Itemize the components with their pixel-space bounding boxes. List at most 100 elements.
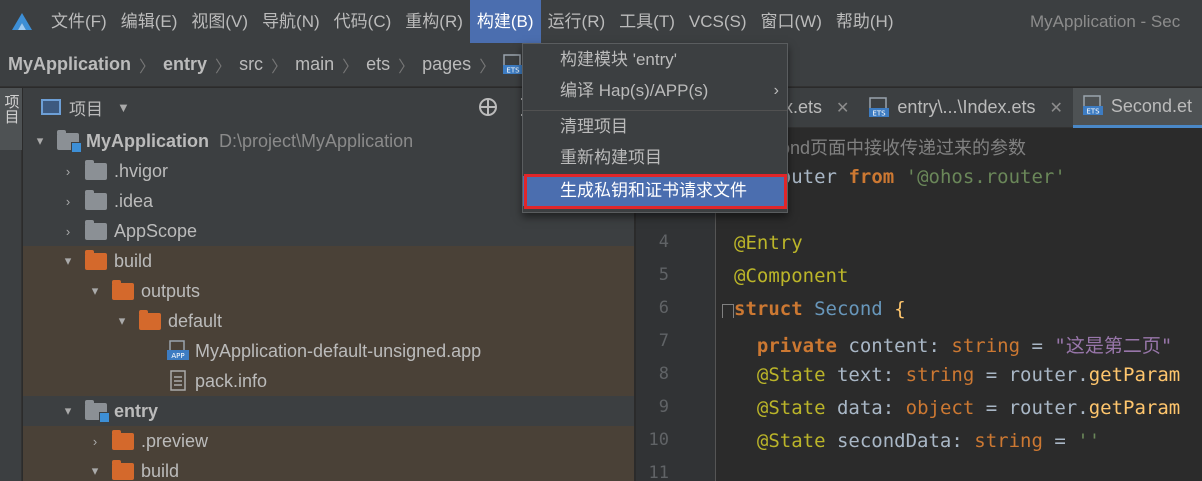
chevron-down-icon[interactable]: ▾ [61, 403, 75, 418]
menu-code[interactable]: 代码(C) [327, 0, 399, 43]
ets-file-icon: ETS [869, 96, 890, 117]
code-line[interactable]: private content: string = "这是第二页" [734, 331, 1172, 358]
editor-tab-active[interactable]: ETS Second.et [1072, 88, 1202, 128]
menu-refactor[interactable]: 重构(R) [398, 0, 470, 43]
code-line[interactable]: @State text: string = router.getParam [734, 364, 1180, 386]
chevron-right-icon[interactable]: › [61, 164, 75, 179]
chevron-down-icon[interactable]: ▼ [117, 100, 130, 115]
tree-item-label: build [114, 250, 153, 271]
breadcrumb-item[interactable]: ets [366, 54, 390, 75]
menu-view[interactable]: 视图(V) [184, 0, 255, 43]
menu-bar: 文件(F) 编辑(E) 视图(V) 导航(N) 代码(C) 重构(R) 构建(B… [0, 0, 1202, 43]
tree-row[interactable]: ▾ outputs [23, 276, 634, 306]
editor-tab-label: x.ets [784, 97, 823, 117]
breadcrumb-item[interactable]: main [295, 54, 334, 75]
menu-window[interactable]: 窗口(W) [754, 0, 829, 43]
module-folder-icon [85, 399, 110, 423]
folder-icon [85, 159, 107, 180]
project-panel-title[interactable]: 项目 [69, 95, 103, 120]
chevron-down-icon[interactable]: ▾ [88, 283, 102, 298]
project-tool-tab[interactable]: 项目 [0, 88, 22, 150]
menu-item-clean-project[interactable]: 清理项目 [523, 112, 787, 142]
menu-item-label: 编译 Hap(s)/APP(s) [560, 81, 709, 100]
chevron-right-icon: 〉 [479, 58, 496, 76]
text-file-icon [167, 370, 189, 392]
svg-text:APP: APP [171, 352, 184, 360]
chevron-right-icon: 〉 [398, 58, 415, 76]
tree-item-label: .preview [141, 430, 209, 451]
tree-item-label: AppScope [114, 220, 198, 241]
chevron-right-icon[interactable]: › [88, 434, 102, 449]
excluded-folder-icon [85, 249, 107, 270]
tree-item-label: outputs [141, 280, 201, 301]
close-icon[interactable]: ✕ [1050, 98, 1063, 118]
menu-tools[interactable]: 工具(T) [612, 0, 682, 43]
line-number: 4 [658, 232, 669, 252]
chevron-down-icon[interactable]: ▾ [61, 253, 75, 268]
tree-item-label: default [168, 310, 223, 331]
line-number: 7 [658, 331, 669, 351]
chevron-right-icon: 〉 [215, 58, 232, 76]
chevron-right-icon: 〉 [342, 58, 359, 76]
ets-file-icon: ETS [503, 53, 524, 76]
tree-row[interactable]: ▾ build [23, 456, 634, 481]
folder-icon [85, 189, 107, 210]
tree-row[interactable]: ▾ entry [23, 396, 634, 426]
editor-tab[interactable]: ETS entry\...\Index.ets ✕ [859, 88, 1072, 128]
code-line[interactable]: struct Second { [734, 298, 906, 320]
fold-icon[interactable] [722, 304, 734, 318]
menu-navigate[interactable]: 导航(N) [255, 0, 327, 43]
submenu-arrow-icon: › [773, 82, 779, 99]
locate-icon[interactable] [477, 96, 499, 118]
tree-row[interactable]: ▾ default [23, 306, 634, 336]
tree-row[interactable]: › AppScope [23, 216, 634, 246]
breadcrumb-item[interactable]: pages [422, 54, 471, 75]
tree-item-label: .hvigor [114, 160, 169, 181]
svg-text:ETS: ETS [1086, 108, 1100, 116]
chevron-right-icon: 〉 [139, 58, 156, 76]
left-tool-stripe: 项目 [0, 88, 22, 481]
tree-row[interactable]: › .preview [23, 426, 634, 456]
chevron-right-icon[interactable]: › [61, 224, 75, 239]
svg-text:ETS: ETS [873, 109, 887, 117]
code-line[interactable]: @State secondData: string = '' [734, 430, 1100, 452]
menu-separator [523, 110, 787, 111]
chevron-right-icon[interactable]: › [61, 194, 75, 209]
breadcrumb-item[interactable]: entry [163, 54, 207, 75]
line-number: 11 [648, 463, 669, 481]
line-number: 6 [658, 298, 669, 318]
menu-build[interactable]: 构建(B) [469, 0, 541, 43]
menu-item-rebuild-project[interactable]: 重新构建项目 [523, 143, 787, 173]
tree-item-label: build [141, 460, 180, 481]
app-logo-icon [0, 0, 44, 43]
editor-tab-label: entry\...\Index.ets [897, 97, 1036, 117]
menu-item-build-hap[interactable]: 编译 Hap(s)/APP(s) › [523, 76, 787, 106]
code-line[interactable]: @Entry [734, 232, 803, 254]
chevron-down-icon[interactable]: ▾ [88, 463, 102, 478]
ets-file-icon: ETS [1082, 95, 1103, 116]
breadcrumb-item[interactable]: src [239, 54, 263, 75]
menu-run[interactable]: 运行(R) [541, 0, 613, 43]
editor-tab-label: Second.et [1110, 95, 1192, 116]
close-icon[interactable]: ✕ [836, 98, 849, 118]
chevron-down-icon[interactable]: ▾ [115, 313, 129, 328]
code-line[interactable]: @Component [734, 265, 848, 287]
tree-row[interactable]: pack.info [23, 366, 634, 396]
excluded-folder-icon [112, 429, 134, 450]
menu-vcs[interactable]: VCS(S) [682, 0, 754, 43]
menu-file[interactable]: 文件(F) [44, 0, 114, 43]
code-line[interactable]: @State data: object = router.getParam [734, 397, 1180, 419]
project-view-icon [41, 99, 61, 115]
tree-row[interactable]: APP MyApplication-default-unsigned.app [23, 336, 634, 366]
window-title: MyApplication - Sec [1030, 12, 1181, 31]
tree-item-path: D:\project\MyApplication [219, 130, 414, 151]
menu-item-build-module[interactable]: 构建模块 'entry' [523, 45, 787, 75]
chevron-down-icon[interactable]: ▾ [33, 133, 47, 148]
menu-help[interactable]: 帮助(H) [829, 0, 901, 43]
breadcrumb-item[interactable]: MyApplication [8, 54, 131, 75]
tree-row[interactable]: ▾ build [23, 246, 634, 276]
line-number: 5 [658, 265, 669, 285]
line-number: 8 [658, 364, 669, 384]
excluded-folder-icon [112, 459, 134, 480]
menu-edit[interactable]: 编辑(E) [114, 0, 185, 43]
